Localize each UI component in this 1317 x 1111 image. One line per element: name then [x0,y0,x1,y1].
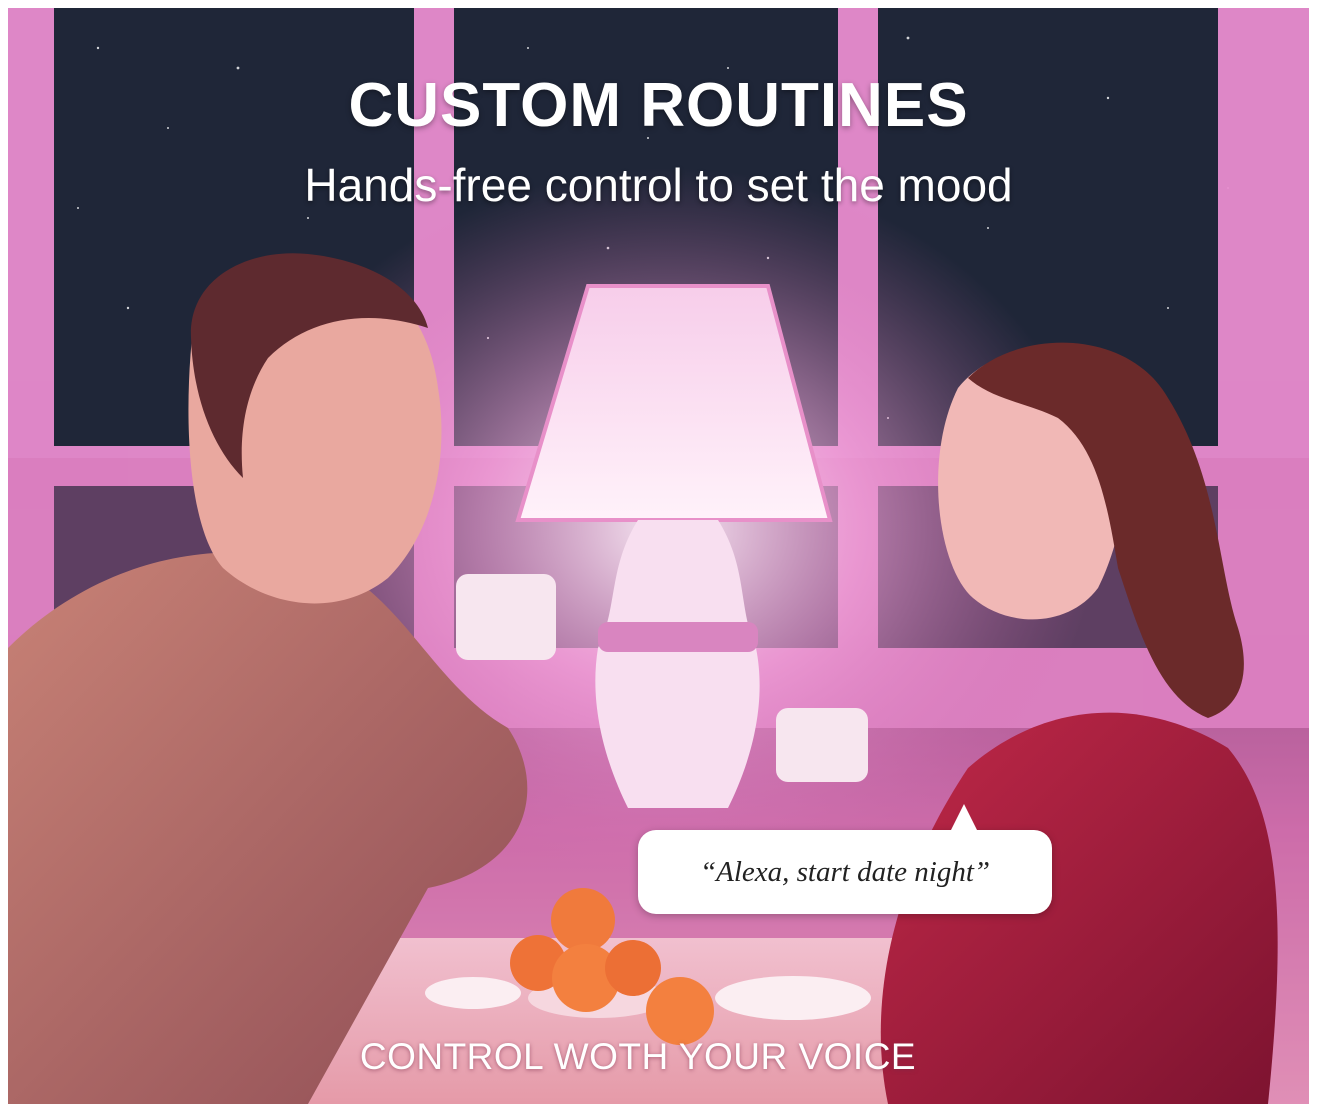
caption: CONTROL WOTH YOUR VOICE [359,1036,917,1077]
speech-bubble-tail [950,804,978,832]
speech-bubble: “Alexa, start date night” [638,804,1052,914]
subheadline: Hands-free control to set the mood [304,159,1013,211]
headline: CUSTOM ROUTINES [348,71,969,140]
product-photo-frame: CUSTOM ROUTINES Hands-free control to se… [8,8,1309,1104]
speech-bubble-text: “Alexa, start date night” [700,855,990,888]
